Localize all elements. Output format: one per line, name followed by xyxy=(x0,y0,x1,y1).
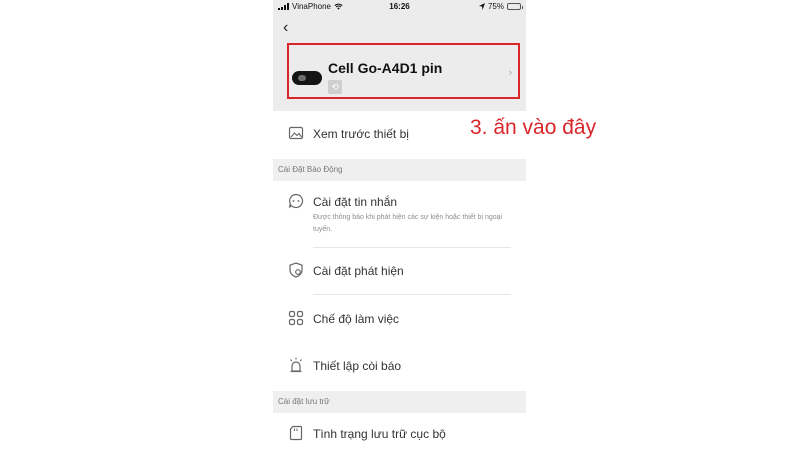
section-alarm-title: Cài Đặt Báo Động xyxy=(278,165,343,174)
share-icon: ⟲ xyxy=(328,80,342,94)
location-icon xyxy=(478,3,485,10)
back-arrow-icon[interactable]: ‹ xyxy=(283,19,288,37)
section-storage-title: Cài đặt lưu trữ xyxy=(278,397,330,406)
shield-icon xyxy=(289,262,303,278)
sd-card-icon xyxy=(289,425,303,441)
siren-icon xyxy=(290,357,302,373)
status-bar: VinaPhone 16:26 75% xyxy=(273,0,526,13)
chat-icon xyxy=(288,193,304,209)
section-storage: Cài đặt lưu trữ xyxy=(273,391,526,413)
local-storage-label: Tình trạng lưu trữ cục bộ xyxy=(313,427,446,441)
siren-setup-label: Thiết lập còi báo xyxy=(313,359,402,373)
work-mode-label: Chế độ làm việc xyxy=(313,312,400,326)
preview-label: Xem trước thiết bị xyxy=(313,127,409,141)
menu-item-detection-settings[interactable]: Cài đặt phát hiện xyxy=(273,248,526,294)
camera-icon xyxy=(292,71,322,85)
status-right: 75% xyxy=(478,2,523,11)
screenshot-canvas: VinaPhone 16:26 75% ‹ Cell Go-A4D1 pin ⟲… xyxy=(0,0,800,450)
menu-item-siren-setup[interactable]: Thiết lập còi báo xyxy=(273,343,526,389)
menu-item-work-mode[interactable]: Chế độ làm việc xyxy=(273,296,526,342)
message-settings-label: Cài đặt tin nhắn xyxy=(313,195,398,209)
grid-icon xyxy=(288,310,304,326)
phone-screen: VinaPhone 16:26 75% ‹ Cell Go-A4D1 pin ⟲… xyxy=(273,0,526,450)
device-name: Cell Go-A4D1 pin xyxy=(328,60,443,76)
device-header: ‹ Cell Go-A4D1 pin ⟲ › xyxy=(273,13,526,111)
menu-item-message-settings[interactable]: Cài đặt tin nhắn Được thông báo khi phát… xyxy=(273,181,526,245)
instruction-annotation: 3. ấn vào đây xyxy=(470,116,597,139)
menu-item-local-storage[interactable]: Tình trạng lưu trữ cục bộ xyxy=(273,413,526,450)
battery-icon xyxy=(507,3,523,10)
battery-percent: 75% xyxy=(487,2,504,11)
chevron-right-icon: › xyxy=(509,67,512,77)
section-alarm: Cài Đặt Báo Động xyxy=(273,159,526,181)
message-settings-desc: Được thông báo khi phát hiện các sự kiện… xyxy=(313,214,503,233)
image-icon xyxy=(288,126,304,140)
device-card[interactable]: Cell Go-A4D1 pin ⟲ › xyxy=(287,43,520,99)
divider xyxy=(313,294,511,295)
detection-settings-label: Cài đặt phát hiện xyxy=(313,264,404,278)
